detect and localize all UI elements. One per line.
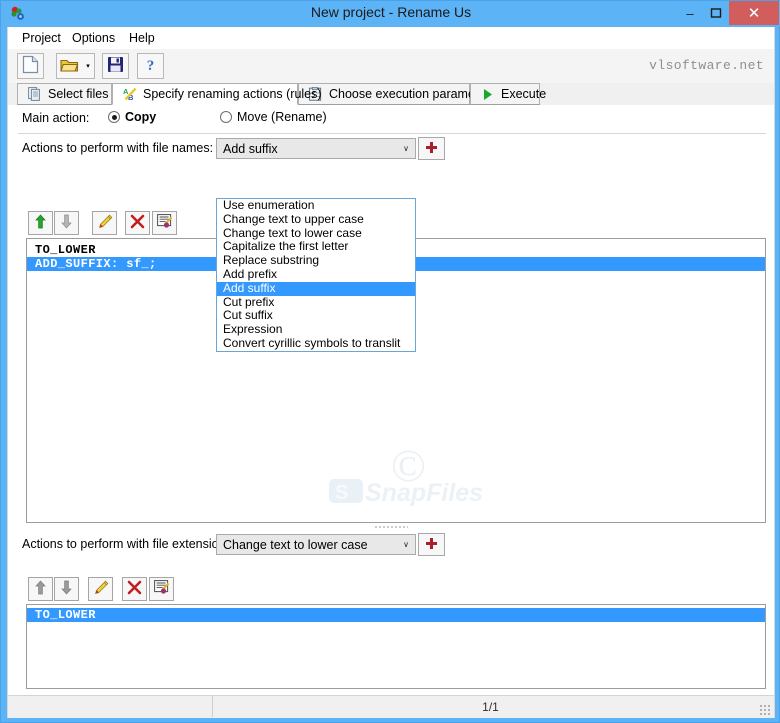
- radio-indicator-icon: [108, 111, 120, 123]
- tab-strip: Select files A B Specify renaming action…: [8, 83, 774, 106]
- open-project-button[interactable]: [56, 53, 83, 79]
- dropdown-option[interactable]: Capitalize the first letter: [217, 240, 415, 254]
- tab-specify-renaming-actions[interactable]: A B Specify renaming actions (rules): [112, 83, 322, 105]
- chevron-down-icon: ∨: [403, 144, 409, 153]
- main-action-label: Main action:: [22, 111, 90, 125]
- ab-letters-icon: A B: [122, 87, 137, 102]
- pencil-icon: [96, 214, 113, 233]
- vendor-brand-label: vlsoftware.net: [649, 58, 764, 73]
- help-button[interactable]: ?: [137, 53, 164, 79]
- radio-label: Move (Rename): [237, 110, 327, 124]
- dropdown-option[interactable]: Convert cyrillic symbols to translit: [217, 336, 415, 351]
- menu-item-project[interactable]: Project: [16, 30, 67, 47]
- file-names-action-dropdown-list[interactable]: Use enumeration Change text to upper cas…: [216, 198, 416, 352]
- dropdown-option[interactable]: Change text to upper case: [217, 212, 415, 227]
- dropdown-option[interactable]: Change text to lower case: [217, 226, 415, 241]
- dropdown-option[interactable]: Cut prefix: [217, 295, 415, 310]
- tab-label: Specify renaming actions (rules): [143, 87, 322, 101]
- tab-label: Select files: [48, 87, 109, 101]
- list-item[interactable]: TO_LOWER: [27, 608, 765, 622]
- application-window: New project - Rename Us – ✕ Project Opti…: [0, 0, 780, 723]
- move-up-button[interactable]: [28, 577, 53, 601]
- status-bar: 1/1: [8, 695, 774, 718]
- move-down-button[interactable]: [54, 577, 79, 601]
- save-project-button[interactable]: [102, 53, 129, 79]
- floppy-save-icon: [107, 56, 124, 76]
- edit-properties-button[interactable]: [152, 211, 177, 235]
- client-area: Project Options Help ▾ ? vlsoftware.net …: [7, 27, 775, 718]
- minimize-button[interactable]: –: [677, 1, 703, 25]
- properties-icon: [153, 580, 170, 598]
- dropdown-option[interactable]: Use enumeration: [217, 198, 415, 213]
- dropdown-option[interactable]: Add prefix: [217, 267, 415, 282]
- panel-splitter[interactable]: [8, 523, 774, 531]
- question-mark-icon: ?: [146, 57, 155, 74]
- file-extensions-rules-list[interactable]: TO_LOWER: [26, 604, 766, 689]
- tab-select-files[interactable]: Select files: [17, 83, 112, 105]
- arrow-up-icon: [34, 580, 47, 598]
- move-down-button[interactable]: [54, 211, 79, 235]
- new-project-button[interactable]: [17, 53, 44, 79]
- close-button[interactable]: ✕: [729, 1, 779, 25]
- close-icon: ✕: [747, 5, 761, 22]
- chevron-down-icon: ∨: [403, 540, 409, 549]
- menu-bar: Project Options Help: [8, 27, 774, 49]
- dropdown-option[interactable]: Replace substring: [217, 253, 415, 268]
- splitter-grip: [374, 526, 408, 528]
- file-extensions-label: Actions to perform with file extensions:: [22, 537, 236, 551]
- delete-rule-button[interactable]: [122, 577, 147, 601]
- maximize-icon: [703, 1, 729, 25]
- plus-icon: [425, 141, 438, 157]
- add-file-names-rule-button[interactable]: [418, 137, 445, 160]
- tab-execute[interactable]: Execute: [470, 83, 546, 105]
- tab-label: Execute: [501, 87, 547, 101]
- arrow-down-icon: [60, 580, 73, 598]
- rules-panel: Main action: Copy Move (Rename) Actions …: [8, 105, 774, 695]
- menu-item-options[interactable]: Options: [66, 30, 121, 47]
- dropdown-option[interactable]: Cut suffix: [217, 309, 415, 323]
- open-recent-dropdown-arrow[interactable]: ▾: [82, 53, 95, 79]
- new-document-icon: [22, 55, 39, 77]
- main-action-row: Main action: Copy Move (Rename): [8, 105, 774, 131]
- pencil-icon: [92, 580, 109, 599]
- main-toolbar: ▾ ? vlsoftware.net: [8, 49, 774, 84]
- window-title: New project - Rename Us: [310, 4, 472, 20]
- maximize-button[interactable]: [703, 1, 729, 25]
- resize-grip-icon[interactable]: [759, 704, 771, 716]
- menu-item-help[interactable]: Help: [123, 30, 161, 47]
- open-folder-icon: [60, 57, 79, 76]
- edit-rule-button[interactable]: [92, 211, 117, 235]
- radio-copy[interactable]: Copy: [108, 110, 156, 124]
- delete-rule-button[interactable]: [125, 211, 150, 235]
- properties-icon: [156, 214, 173, 232]
- combobox-value: Add suffix: [223, 141, 278, 156]
- radio-move-rename[interactable]: Move (Rename): [220, 110, 327, 124]
- minimize-icon: –: [686, 5, 694, 21]
- radio-indicator-icon: [220, 111, 232, 123]
- arrow-down-icon: [60, 214, 73, 232]
- move-up-button[interactable]: [28, 211, 53, 235]
- radio-label: Copy: [125, 110, 157, 124]
- plus-icon: [425, 537, 438, 553]
- arrow-up-icon: [34, 214, 47, 232]
- divider: [18, 133, 766, 134]
- file-names-label: Actions to perform with file names:: [22, 141, 214, 155]
- green-play-icon: [480, 87, 495, 102]
- red-x-icon: [127, 580, 142, 598]
- combobox-value: Change text to lower case: [223, 537, 368, 552]
- title-bar: New project - Rename Us – ✕: [1, 1, 780, 27]
- file-extensions-action-combobox[interactable]: Change text to lower case ∨: [216, 534, 416, 555]
- dropdown-option-selected[interactable]: Add suffix: [217, 281, 415, 296]
- red-x-icon: [130, 214, 145, 232]
- documents-icon: [27, 87, 42, 102]
- dropdown-option[interactable]: Expression: [217, 322, 415, 337]
- file-names-action-combobox[interactable]: Add suffix ∨: [216, 138, 416, 159]
- edit-rule-button[interactable]: [88, 577, 113, 601]
- status-page-indicator: 1/1: [482, 699, 499, 714]
- add-file-extensions-rule-button[interactable]: [418, 533, 445, 556]
- status-left-pane: [8, 696, 213, 717]
- edit-properties-button[interactable]: [149, 577, 174, 601]
- tab-choose-execution-parameters[interactable]: Choose execution parameters: [298, 83, 496, 105]
